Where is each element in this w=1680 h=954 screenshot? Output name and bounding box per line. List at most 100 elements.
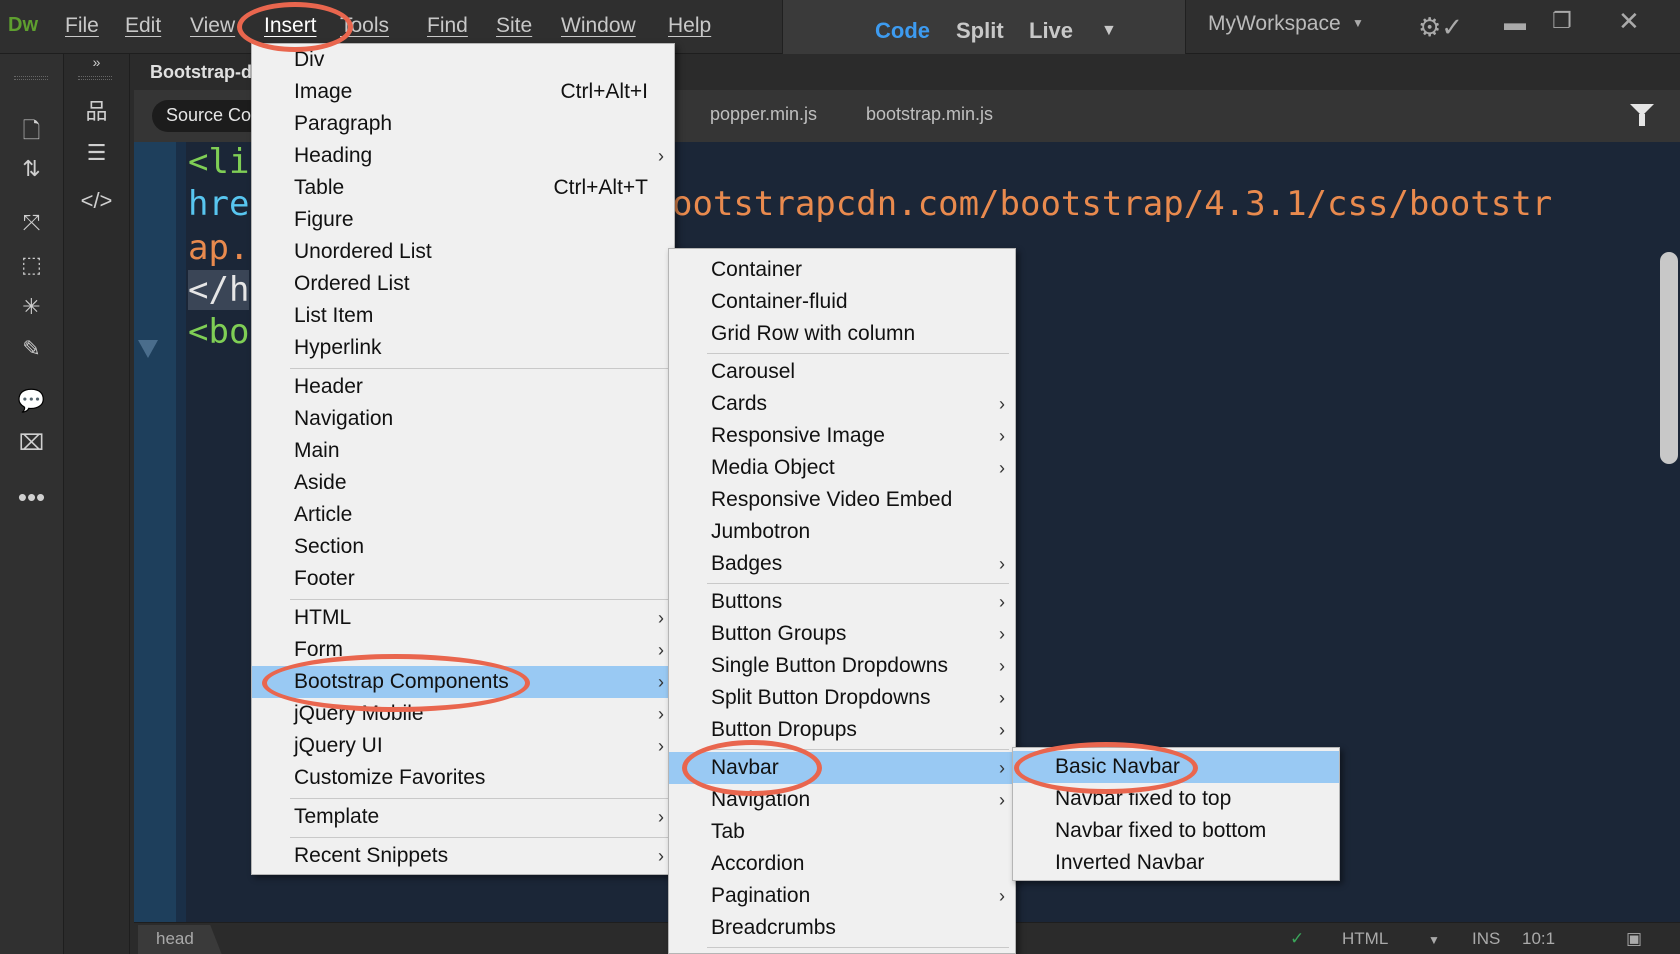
menu-item-figure[interactable]: Figure (252, 204, 674, 236)
menu-window[interactable]: Window (561, 14, 636, 38)
menu-insert[interactable]: Insert (264, 14, 317, 38)
live-view-button[interactable]: Live (1029, 18, 1073, 44)
menu-item-navigation[interactable]: Navigation › (669, 784, 1015, 816)
menu-item-template[interactable]: Template › (252, 801, 674, 833)
filter-icon[interactable] (1630, 104, 1654, 126)
expand-panels-icon[interactable]: » (64, 54, 129, 70)
open-document-icon[interactable]: 🗋 (0, 114, 63, 152)
menu-item-navigation[interactable]: Navigation (252, 403, 674, 435)
menu-item-cards[interactable]: Cards › (669, 388, 1015, 420)
menu-find[interactable]: Find (427, 14, 468, 38)
menu-file[interactable]: File (65, 14, 99, 38)
menu-item-buttons[interactable]: Buttons › (669, 586, 1015, 618)
submenu-arrow-icon: › (658, 807, 664, 827)
document-tab[interactable]: Bootstrap-d (150, 62, 252, 83)
minimize-icon[interactable]: ▬ (1504, 10, 1526, 36)
menu-item-image[interactable]: Image Ctrl+Alt+I (252, 76, 674, 108)
menu-item-jquery-ui[interactable]: jQuery UI › (252, 730, 674, 762)
close-icon[interactable]: ✕ (1618, 6, 1640, 37)
menu-item-div[interactable]: Div (252, 44, 674, 76)
menu-help[interactable]: Help (668, 14, 711, 38)
menu-item-heading[interactable]: Heading › (252, 140, 674, 172)
menu-site[interactable]: Site (496, 14, 532, 38)
menu-item-label: Image (294, 80, 353, 103)
related-file-popper[interactable]: popper.min.js (710, 104, 817, 125)
panel-grip[interactable] (78, 76, 112, 80)
remove-comment-icon[interactable]: ⌧ (0, 430, 63, 456)
menu-item-breadcrumbs[interactable]: Breadcrumbs (669, 912, 1015, 944)
menu-tools[interactable]: Tools (340, 14, 389, 38)
menu-item-table[interactable]: Table Ctrl+Alt+T (252, 172, 674, 204)
code-view-button[interactable]: Code (875, 18, 930, 44)
related-file-bootstrap[interactable]: bootstrap.min.js (866, 104, 993, 125)
menu-item-unordered-list[interactable]: Unordered List (252, 236, 674, 268)
menu-item-navbar-fixed-top[interactable]: Navbar fixed to top (1013, 783, 1339, 815)
comment-icon[interactable]: 💬 (0, 388, 63, 414)
language-selector[interactable]: HTML (1342, 929, 1388, 949)
workspace-switcher[interactable]: MyWorkspace (1208, 12, 1341, 36)
format-icon[interactable]: ✎ (0, 336, 63, 362)
sync-settings-icon[interactable]: ⚙✓ (1418, 12, 1463, 43)
menu-item-article[interactable]: Article (252, 499, 674, 531)
insert-mode[interactable]: INS (1472, 929, 1500, 949)
sitemap-icon[interactable]: 品 (64, 94, 129, 126)
menu-item-label: Inverted Navbar (1055, 851, 1205, 874)
scrollbar-thumb[interactable] (1660, 252, 1678, 464)
menu-item-button-dropups[interactable]: Button Dropups › (669, 714, 1015, 746)
menu-item-responsive-image[interactable]: Responsive Image › (669, 420, 1015, 452)
menu-item-accordion[interactable]: Accordion (669, 848, 1015, 880)
select-icon[interactable]: ⬚ (0, 252, 63, 278)
code-icon[interactable]: </> (64, 188, 129, 214)
workspace-dropdown-icon[interactable]: ▼ (1352, 16, 1364, 30)
menu-item-container[interactable]: Container (669, 254, 1015, 286)
menu-view[interactable]: View (190, 14, 235, 38)
menu-item-inverted-navbar[interactable]: Inverted Navbar (1013, 847, 1339, 879)
menu-item-list-item[interactable]: List Item (252, 300, 674, 332)
menu-item-bootstrap-components[interactable]: Bootstrap Components › (252, 666, 674, 698)
expand-icon[interactable]: ⤧ (0, 210, 63, 236)
menu-item-customize-favorites[interactable]: Customize Favorites (252, 762, 674, 794)
menu-item-jquery-mobile[interactable]: jQuery Mobile › (252, 698, 674, 730)
menu-item-carousel[interactable]: Carousel (669, 356, 1015, 388)
menu-item-header[interactable]: Header (252, 371, 674, 403)
language-dropdown-icon[interactable]: ▼ (1428, 933, 1440, 947)
menu-item-responsive-video[interactable]: Responsive Video Embed (669, 484, 1015, 516)
menu-item-basic-navbar[interactable]: Basic Navbar (1013, 751, 1339, 783)
split-view-button[interactable]: Split (956, 18, 1004, 44)
menu-item-form[interactable]: Form › (252, 634, 674, 666)
menu-item-navbar[interactable]: Navbar › (669, 752, 1015, 784)
menu-item-button-groups[interactable]: Button Groups › (669, 618, 1015, 650)
panel-grip[interactable] (14, 76, 48, 80)
menu-item-navbar-fixed-bottom[interactable]: Navbar fixed to bottom (1013, 815, 1339, 847)
menu-item-grid-row[interactable]: Grid Row with column (669, 318, 1015, 350)
menu-item-single-button-dropdowns[interactable]: Single Button Dropdowns › (669, 650, 1015, 682)
view-dropdown-icon[interactable]: ▼ (1101, 22, 1117, 40)
menu-item-pagination[interactable]: Pagination › (669, 880, 1015, 912)
menu-item-jumbotron[interactable]: Jumbotron (669, 516, 1015, 548)
tools-panel: 🗋 ⇅ ⤧ ⬚ ✳ ✎ 💬 ⌧ ••• (0, 54, 64, 954)
menu-item-footer[interactable]: Footer (252, 563, 674, 595)
menu-item-label: Figure (294, 208, 354, 231)
menu-item-hyperlink[interactable]: Hyperlink (252, 332, 674, 364)
snippets-icon[interactable]: ☰ (64, 140, 129, 166)
menu-item-paragraph[interactable]: Paragraph (252, 108, 674, 140)
menu-item-aside[interactable]: Aside (252, 467, 674, 499)
vertical-scrollbar[interactable] (1656, 142, 1680, 922)
menu-item-ordered-list[interactable]: Ordered List (252, 268, 674, 300)
fold-toggle-icon[interactable] (138, 340, 158, 358)
menu-item-badges[interactable]: Badges › (669, 548, 1015, 580)
restore-icon[interactable]: ❐ (1552, 8, 1572, 34)
menu-item-split-button-dropdowns[interactable]: Split Button Dropdowns › (669, 682, 1015, 714)
menu-item-media-object[interactable]: Media Object › (669, 452, 1015, 484)
collapse-icon[interactable]: ✳ (0, 294, 63, 320)
menu-item-container-fluid[interactable]: Container-fluid (669, 286, 1015, 318)
file-transfer-icon[interactable]: ⇅ (0, 156, 63, 182)
menu-item-html[interactable]: HTML › (252, 602, 674, 634)
preview-icon[interactable]: ▣ (1626, 929, 1642, 949)
more-icon[interactable]: ••• (0, 482, 63, 513)
menu-item-main[interactable]: Main (252, 435, 674, 467)
menu-edit[interactable]: Edit (125, 14, 161, 38)
menu-item-recent-snippets[interactable]: Recent Snippets › (252, 840, 674, 872)
menu-item-section[interactable]: Section (252, 531, 674, 563)
menu-item-tab[interactable]: Tab (669, 816, 1015, 848)
